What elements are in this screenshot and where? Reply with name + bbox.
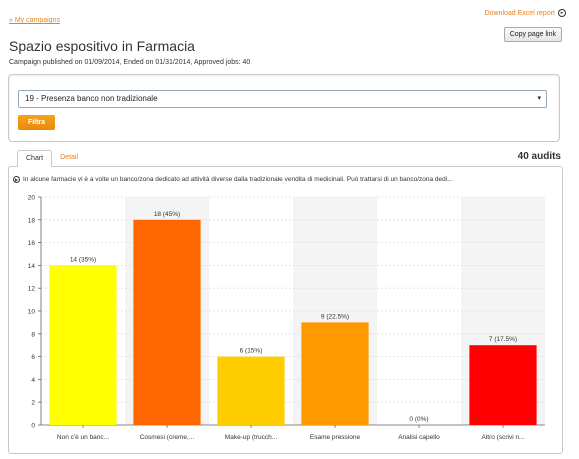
bar (133, 219, 201, 425)
bar-value-label: 0 (0%) (409, 416, 428, 423)
y-tick-label: 16 (28, 240, 36, 247)
x-tick-label: Cosmesi (creme,... (140, 434, 195, 441)
x-tick-label: Altro (scrivi n... (482, 434, 525, 441)
tab-chart[interactable]: Chart (17, 150, 53, 167)
y-tick-label: 8 (31, 331, 35, 338)
y-tick-label: 20 (28, 195, 36, 202)
y-tick-label: 2 (31, 400, 35, 407)
bar-chart: 0 2 4 6 8 10 12 14 16 18 20 14 (35%) Non c'è un banc… (28, 195, 545, 441)
y-tick-label: 4 (31, 377, 35, 384)
bar-value-label: 7 (17.5%) (489, 336, 517, 343)
bar (469, 345, 537, 425)
bar-value-label: 14 (35%) (70, 256, 96, 263)
x-tick-label: Make-up (trucch... (225, 434, 278, 441)
y-tick-label: 14 (28, 263, 36, 270)
y-tick-label: 10 (28, 309, 36, 316)
bar-value-label: 6 (15%) (240, 348, 263, 355)
x-tick-label: Analisi capello (398, 434, 440, 441)
y-tick-label: 0 (31, 423, 35, 430)
y-tick-label: 18 (28, 217, 36, 224)
bar-value-label: 9 (22.5%) (321, 313, 349, 320)
bar (217, 356, 285, 425)
y-tick-label: 12 (28, 286, 36, 293)
y-tick-label: 6 (31, 354, 35, 361)
x-tick-label: Esame pressione (310, 434, 361, 441)
x-tick-label: Non c'è un banc... (57, 434, 109, 441)
bar (49, 265, 117, 425)
bar (301, 322, 369, 425)
bar-value-label: 18 (45%) (154, 211, 180, 218)
